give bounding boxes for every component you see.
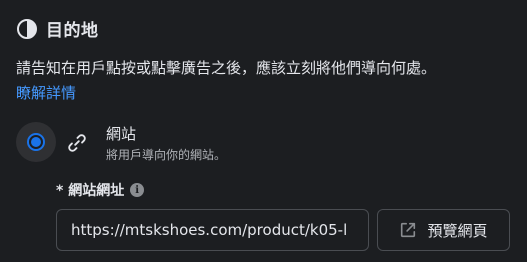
section-title: 目的地: [46, 21, 99, 41]
section-header: 目的地: [16, 16, 99, 41]
url-label-text: * 網站網址: [56, 183, 125, 199]
learn-more-link[interactable]: 瞭解詳情: [16, 84, 76, 102]
link-icon: [68, 134, 86, 152]
option-title: 網站: [106, 125, 137, 143]
preview-page-button[interactable]: 預覽網頁: [377, 209, 510, 251]
half-circle-icon: [17, 18, 37, 39]
website-radio[interactable]: [16, 122, 56, 162]
description: 請告知在用戶點按或點擊廣告之後，應該立刻將他們導向何處。 瞭解詳情: [16, 56, 516, 106]
radio-ring: [27, 133, 45, 151]
description-text: 請告知在用戶點按或點擊廣告之後，應該立刻將他們導向何處。: [16, 59, 437, 77]
option-text: 網站 將用戶導向你的網站。: [106, 124, 226, 164]
url-field-label: * 網站網址 i: [56, 180, 145, 200]
preview-button-label: 預覽網頁: [427, 221, 488, 240]
info-icon[interactable]: i: [130, 183, 145, 197]
radio-selected-dot: [31, 137, 41, 147]
option-subtitle: 將用戶導向你的網站。: [106, 148, 227, 162]
website-url-input[interactable]: [56, 209, 369, 251]
destination-option-website[interactable]: 網站 將用戶導向你的網站。: [16, 122, 226, 164]
external-link-icon: [401, 222, 416, 238]
